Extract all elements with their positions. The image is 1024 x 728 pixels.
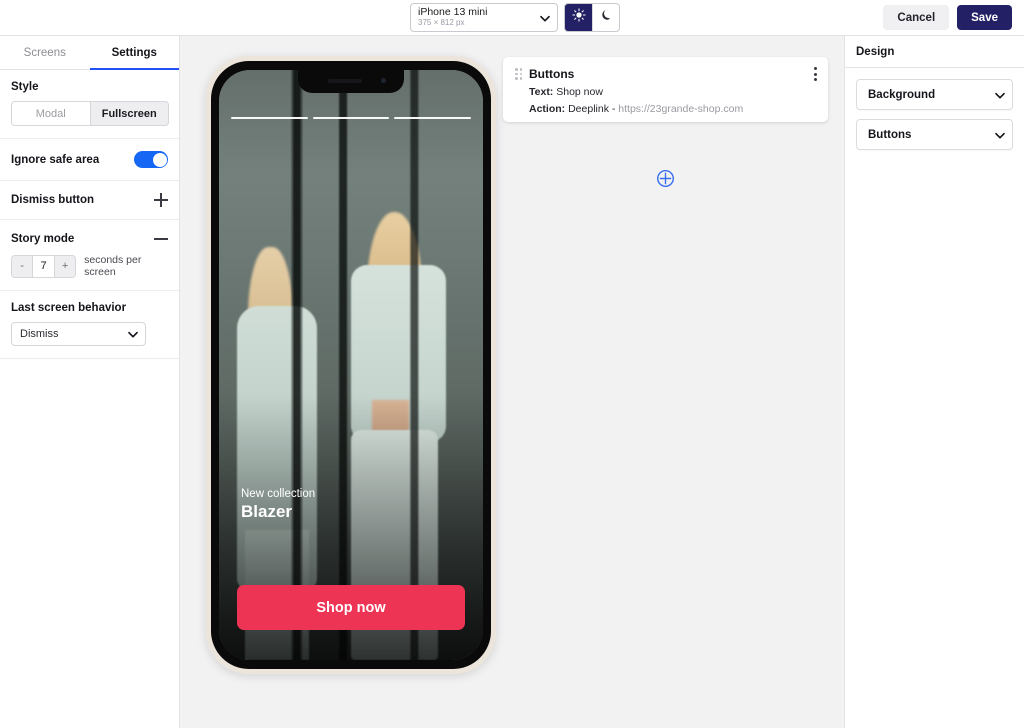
- shop-now-cta-button[interactable]: Shop now: [237, 585, 465, 630]
- phone-bezel: New collection Blazer Shop now: [211, 61, 491, 669]
- cancel-button[interactable]: Cancel: [883, 5, 950, 30]
- device-size: 375 × 812 px: [418, 18, 465, 28]
- block-card-buttons[interactable]: Buttons Text: Shop now Action: Deeplink …: [503, 57, 828, 122]
- story-mode-label: Story mode: [11, 233, 75, 245]
- stepper-unit-label: seconds per screen: [84, 254, 142, 278]
- ignore-safe-area-toggle[interactable]: [134, 151, 168, 168]
- toolbar-actions: Cancel Save: [883, 5, 1012, 30]
- chevron-down-icon: [539, 12, 550, 23]
- sidebar-tabs: Screens Settings: [0, 36, 179, 70]
- block-card-title: Buttons: [529, 67, 575, 81]
- accordion-background[interactable]: Background: [856, 79, 1013, 110]
- design-panel-body: Background Buttons: [845, 68, 1024, 161]
- last-screen-behavior-label: Last screen behavior: [11, 302, 127, 314]
- editor-canvas: New collection Blazer Shop now Buttons T…: [180, 36, 844, 728]
- story-mode-row: Story mode: [0, 220, 179, 254]
- appearance-mode-toggle: [564, 3, 620, 32]
- story-overlay-text: New collection Blazer: [241, 488, 315, 522]
- photo-vignette: [219, 70, 483, 660]
- ignore-safe-area-label: Ignore safe area: [11, 153, 100, 166]
- last-screen-behavior-value: Dismiss: [20, 328, 59, 340]
- more-options-icon[interactable]: [814, 67, 817, 81]
- last-screen-behavior-section: Last screen behavior Dismiss: [0, 291, 179, 359]
- block-text-label: Text:: [529, 86, 554, 98]
- chevron-down-icon: [994, 89, 1005, 100]
- phone-screen: New collection Blazer Shop now: [219, 70, 483, 660]
- drag-handle-icon[interactable]: [515, 68, 522, 80]
- dark-mode-button[interactable]: [592, 4, 619, 31]
- tab-screens[interactable]: Screens: [0, 36, 90, 69]
- light-mode-button[interactable]: [565, 4, 592, 31]
- dismiss-button-label: Dismiss button: [11, 194, 95, 206]
- last-screen-behavior-select[interactable]: Dismiss: [11, 322, 146, 346]
- phone-notch: [298, 70, 404, 93]
- device-texts: iPhone 13 mini 375 × 812 px: [418, 7, 487, 27]
- style-section: Style Modal Fullscreen: [0, 70, 179, 139]
- moon-icon: [599, 8, 613, 27]
- story-progress-segment: [231, 117, 308, 119]
- sun-icon: [571, 8, 586, 27]
- style-option-fullscreen[interactable]: Fullscreen: [89, 102, 168, 125]
- accordion-background-label: Background: [868, 88, 936, 101]
- overlay-subtitle: New collection: [241, 488, 316, 500]
- speaker-icon: [328, 79, 362, 83]
- minus-icon[interactable]: [154, 232, 168, 246]
- story-progress-segment: [312, 117, 390, 119]
- style-option-modal[interactable]: Modal: [12, 102, 90, 125]
- block-text-value: Shop now: [556, 86, 603, 98]
- story-background-image: [219, 70, 483, 660]
- toggle-knob: [152, 152, 167, 167]
- ignore-safe-area-row: Ignore safe area: [0, 139, 179, 181]
- tab-settings[interactable]: Settings: [89, 36, 180, 70]
- block-action-line: Action: Deeplink - https://23grande-shop…: [529, 103, 816, 115]
- stepper-increment[interactable]: +: [55, 255, 76, 277]
- style-segmented-control: Modal Fullscreen: [11, 101, 169, 126]
- block-action-label: Action:: [529, 103, 566, 115]
- block-text-line: Text: Shop now: [529, 86, 816, 98]
- story-progress-bars: [231, 117, 472, 119]
- plus-icon[interactable]: [154, 193, 168, 207]
- stepper-value[interactable]: 7: [32, 255, 56, 277]
- block-card-header: Buttons: [515, 67, 816, 81]
- camera-icon: [381, 78, 386, 83]
- chevron-down-icon: [127, 329, 138, 340]
- top-toolbar: iPhone 13 mini 375 × 812 px Cancel Save: [0, 0, 1024, 36]
- design-panel-title: Design: [845, 36, 1024, 68]
- stepper-decrement[interactable]: -: [12, 255, 33, 277]
- left-sidebar: Screens Settings Style Modal Fullscreen …: [0, 36, 180, 728]
- chevron-down-icon: [994, 129, 1005, 140]
- style-label: Style: [11, 81, 39, 93]
- overlay-title: Blazer: [241, 502, 293, 521]
- device-select[interactable]: iPhone 13 mini 375 × 812 px: [410, 3, 558, 32]
- block-action-value: Deeplink -: [568, 103, 616, 115]
- add-block-button[interactable]: [656, 169, 675, 188]
- design-panel: Design Background Buttons: [844, 36, 1024, 728]
- device-name: iPhone 13 mini: [418, 6, 488, 19]
- device-selector-group: iPhone 13 mini 375 × 812 px: [410, 3, 620, 32]
- save-button[interactable]: Save: [957, 5, 1012, 30]
- dismiss-button-row: Dismiss button: [0, 181, 179, 220]
- quantity-stepper: - 7 +: [11, 254, 77, 278]
- story-duration-row: - 7 + seconds per screen: [0, 254, 179, 291]
- block-action-url: https://23grande-shop.com: [618, 103, 744, 115]
- plus-circle-icon: [656, 169, 675, 192]
- phone-preview: New collection Blazer Shop now: [206, 56, 496, 674]
- accordion-buttons-label: Buttons: [868, 128, 912, 141]
- story-progress-segment: [394, 117, 472, 119]
- accordion-buttons[interactable]: Buttons: [856, 119, 1013, 150]
